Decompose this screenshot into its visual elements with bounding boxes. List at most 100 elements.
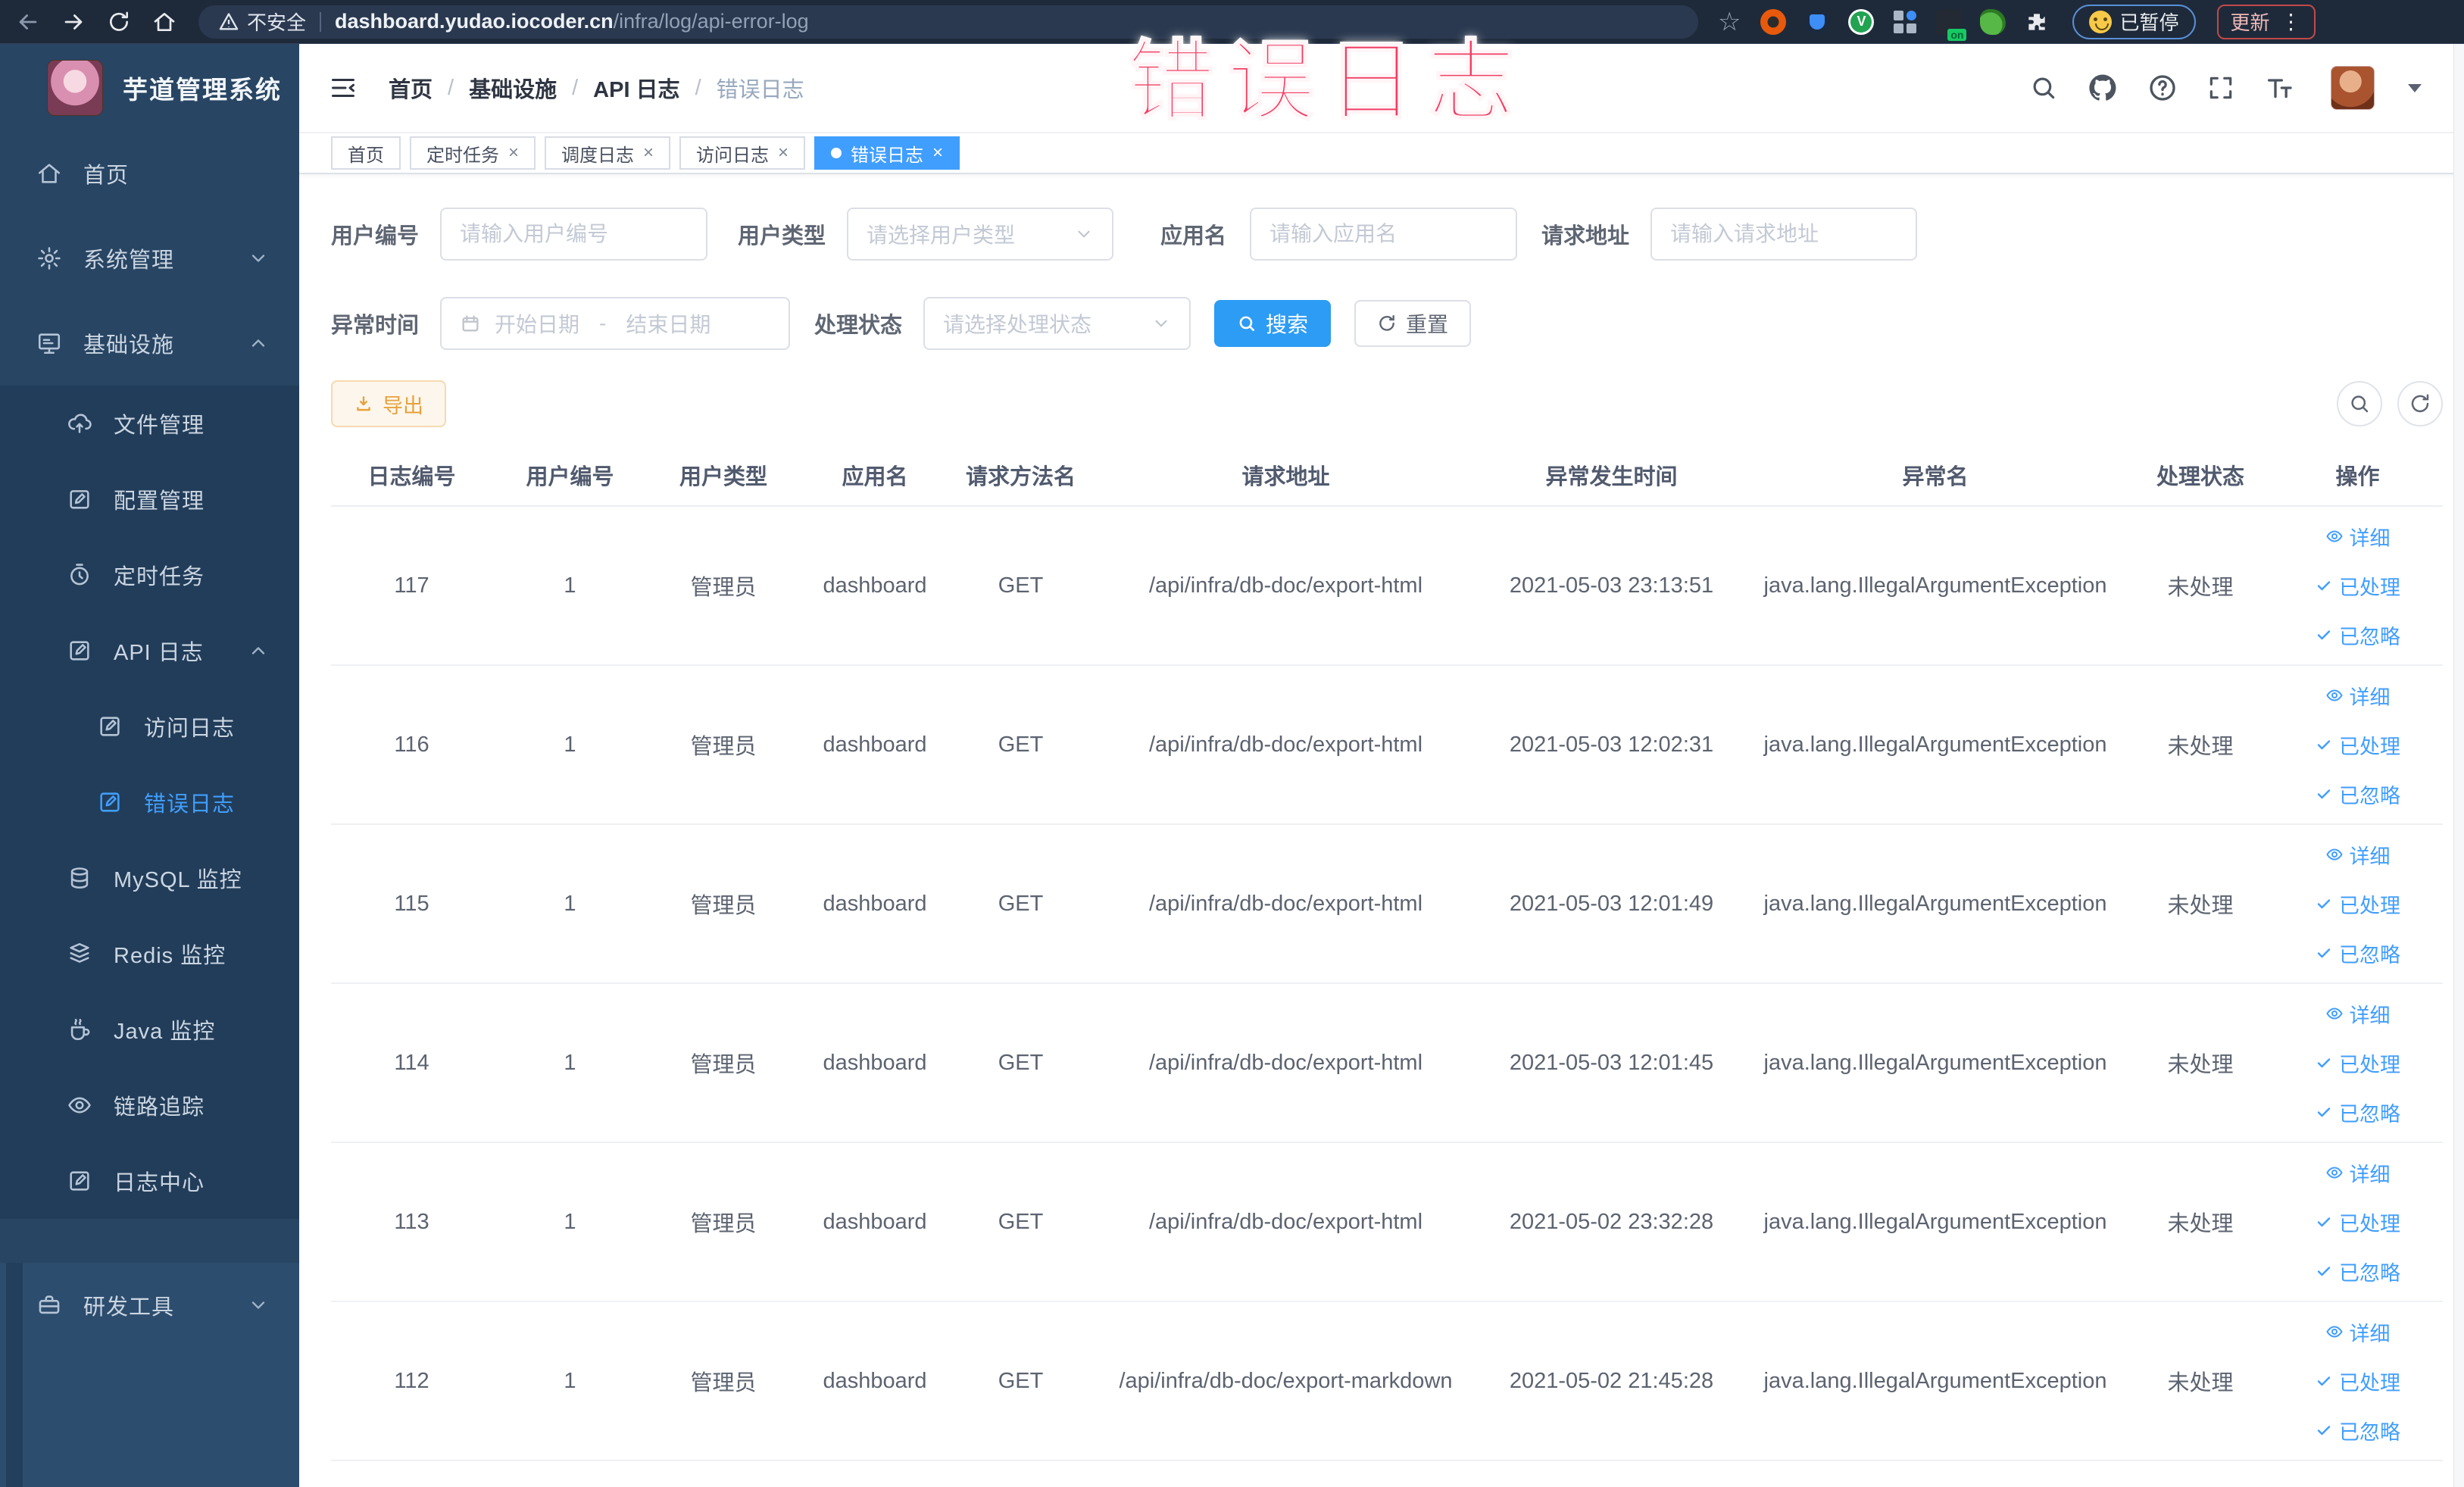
- sidebar-item-access-log[interactable]: 访问日志: [0, 689, 299, 764]
- action-已忽略[interactable]: 已忽略: [2315, 1098, 2400, 1127]
- extension-green-icon[interactable]: [1848, 8, 1875, 35]
- tab-定时任务[interactable]: 定时任务 ×: [410, 136, 536, 170]
- breadcrumb-item[interactable]: API 日志: [593, 72, 679, 104]
- action-详细[interactable]: 详细: [2325, 999, 2391, 1029]
- action-已处理[interactable]: 已处理: [2315, 571, 2400, 601]
- search-button[interactable]: 搜索: [1214, 300, 1332, 347]
- export-button[interactable]: 导出: [331, 380, 446, 427]
- action-已忽略[interactable]: 已忽略: [2315, 1257, 2400, 1286]
- sidebar-item-trace[interactable]: 链路追踪: [0, 1067, 299, 1143]
- chevron-down-icon: [1151, 314, 1171, 333]
- tab-close-icon[interactable]: ×: [778, 144, 789, 162]
- page-scrollbar[interactable]: [2453, 44, 2464, 1487]
- action-详细[interactable]: 详细: [2325, 522, 2391, 551]
- browser-back-icon[interactable]: [11, 5, 45, 39]
- extension-switch-icon[interactable]: [1936, 8, 1967, 41]
- sidebar-item-log-center[interactable]: 日志中心: [0, 1143, 299, 1219]
- extensions-puzzle-icon[interactable]: [2024, 9, 2050, 35]
- sidebar-item-infra[interactable]: 基础设施: [0, 301, 299, 386]
- collapse-sidebar-icon[interactable]: [329, 74, 357, 102]
- user-id-input[interactable]: [460, 222, 688, 246]
- user-type-select[interactable]: 请选择用户类型: [847, 208, 1113, 261]
- help-icon[interactable]: [2147, 73, 2178, 103]
- cell-exception: java.lang.IllegalArgumentException: [1742, 1301, 2128, 1461]
- sidebar-item-dev-tools[interactable]: 研发工具: [0, 1263, 299, 1348]
- header-actions: [2029, 66, 2422, 110]
- cloud-upload-icon: [67, 411, 92, 436]
- user-avatar[interactable]: [2331, 66, 2375, 110]
- tab-close-icon[interactable]: ×: [643, 144, 654, 162]
- sidebar-item-file[interactable]: 文件管理: [0, 386, 299, 461]
- search-icon[interactable]: [2029, 73, 2058, 102]
- reset-button-label: 重置: [1406, 313, 1449, 336]
- sidebar-item-redis[interactable]: Redis 监控: [0, 916, 299, 992]
- action-已处理[interactable]: 已处理: [2315, 1048, 2400, 1078]
- hide-search-button[interactable]: [2337, 381, 2382, 426]
- font-size-icon[interactable]: [2264, 73, 2294, 103]
- action-已处理[interactable]: 已处理: [2315, 1367, 2400, 1396]
- tab-错误日志[interactable]: 错误日志 ×: [814, 136, 960, 170]
- bookmark-star-icon[interactable]: ☆: [1718, 7, 1741, 37]
- refresh-button[interactable]: [2397, 381, 2443, 426]
- chevron-down-icon: [248, 248, 269, 269]
- browser-home-icon[interactable]: [147, 5, 182, 39]
- github-icon[interactable]: [2087, 72, 2119, 104]
- tab-首页[interactable]: 首页: [331, 136, 401, 170]
- extension-grid-icon[interactable]: [1892, 9, 1918, 35]
- browser-reload-icon[interactable]: [101, 5, 136, 39]
- tab-访问日志[interactable]: 访问日志 ×: [679, 136, 806, 170]
- update-label: 更新: [2230, 11, 2270, 34]
- cell-method: GET: [951, 506, 1091, 666]
- fullscreen-icon[interactable]: [2206, 73, 2235, 102]
- tab-close-icon[interactable]: ×: [932, 144, 943, 162]
- error-log-table: 日志编号 用户编号 用户类型 应用名 请求方法名 请求地址 异常发生时间 异常名 处理状态 操作 …: [331, 444, 2443, 1461]
- sidebar-item-job[interactable]: 定时任务: [0, 537, 299, 613]
- breadcrumb-item[interactable]: 基础设施: [469, 72, 557, 104]
- action-已处理[interactable]: 已处理: [2315, 730, 2400, 760]
- action-已忽略[interactable]: 已忽略: [2315, 939, 2400, 968]
- sidebar-item-home[interactable]: 首页: [0, 131, 299, 216]
- tab-调度日志[interactable]: 调度日志 ×: [545, 136, 671, 170]
- reset-button[interactable]: 重置: [1354, 300, 1472, 347]
- trace-icon: [67, 1092, 92, 1118]
- sidebar-item-config[interactable]: 配置管理: [0, 461, 299, 537]
- sidebar-item-system[interactable]: 系统管理: [0, 216, 299, 301]
- app-logo[interactable]: 芋道管理系统: [0, 44, 299, 131]
- extension-orange-icon[interactable]: [1760, 8, 1787, 35]
- action-已忽略[interactable]: 已忽略: [2315, 1416, 2400, 1445]
- action-已忽略[interactable]: 已忽略: [2315, 779, 2400, 809]
- sidebar-item-mysql[interactable]: MySQL 监控: [0, 840, 299, 916]
- paused-extension-pill[interactable]: 已暂停: [2072, 4, 2196, 39]
- main-area: 首页 / 基础设施 / API 日志 / 错误日志 首页 定时任务 × 调度日志 × 访问日志 × 错误日…: [299, 44, 2464, 1487]
- browser-forward-icon[interactable]: [56, 5, 91, 39]
- user-menu-caret-icon[interactable]: [2408, 83, 2422, 92]
- cell-user_type: 管理员: [648, 983, 799, 1143]
- action-详细[interactable]: 详细: [2325, 681, 2391, 711]
- action-详细[interactable]: 详细: [2325, 840, 2391, 870]
- process-status-select[interactable]: 请选择处理状态: [923, 297, 1191, 350]
- extension-blue-icon[interactable]: [1804, 8, 1831, 35]
- sidebar-item-api-log[interactable]: API 日志: [0, 613, 299, 689]
- action-已处理[interactable]: 已处理: [2315, 889, 2400, 919]
- extension-leaf-icon[interactable]: [1980, 8, 2006, 35]
- sidebar-item-error-log[interactable]: 错误日志: [0, 764, 299, 840]
- breadcrumb-item[interactable]: 首页: [389, 72, 433, 104]
- tab-close-icon[interactable]: ×: [508, 144, 519, 162]
- cell-id: 116: [331, 665, 492, 825]
- check-icon: [2315, 736, 2333, 754]
- action-已忽略[interactable]: 已忽略: [2315, 620, 2400, 650]
- sidebar-item-label: 日志中心: [114, 1171, 205, 1195]
- update-button[interactable]: 更新 ⋮: [2216, 4, 2316, 39]
- browser-menu-icon[interactable]: ⋮: [2281, 9, 2302, 34]
- address-bar[interactable]: 不安全 dashboard.yudao.iocoder.cn/infra/log…: [198, 5, 1698, 39]
- app-name-input[interactable]: [1269, 222, 1497, 246]
- action-详细[interactable]: 详细: [2325, 1158, 2391, 1188]
- sidebar-item-java[interactable]: Java 监控: [0, 992, 299, 1067]
- process-status-placeholder: 请选择处理状态: [943, 313, 1092, 336]
- request-url-input[interactable]: [1670, 222, 1897, 246]
- action-详细[interactable]: 详细: [2325, 1317, 2391, 1347]
- action-已处理[interactable]: 已处理: [2315, 1207, 2400, 1237]
- cell-url: /api/infra/db-doc/export-markdown: [1091, 1301, 1481, 1461]
- table-toolbar: 导出: [331, 380, 2443, 427]
- exception-time-range-picker[interactable]: 开始日期 - 结束日期: [440, 297, 790, 350]
